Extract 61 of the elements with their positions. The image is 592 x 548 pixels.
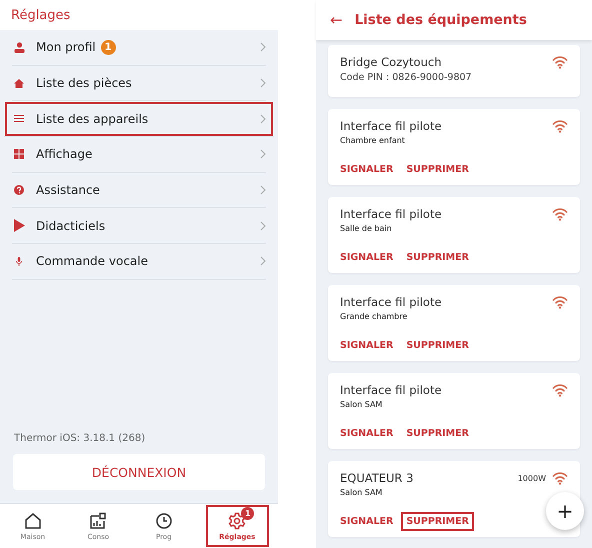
- settings-menu-item[interactable]: Liste des pièces: [12, 66, 266, 102]
- card-action-button[interactable]: SUPPRIMER: [403, 514, 472, 529]
- screen-title: Liste des équipements: [354, 12, 527, 28]
- settings-menu-item[interactable]: Liste des appareils: [4, 101, 274, 138]
- settings-icon: [228, 512, 246, 530]
- wifi-icon: [552, 383, 568, 397]
- room-name: Salle de bain: [340, 224, 393, 233]
- notification-badge: 1: [100, 40, 116, 55]
- logout-button[interactable]: DÉCONNEXION: [13, 454, 265, 490]
- play-icon: [14, 219, 24, 232]
- chart-icon: [89, 512, 108, 530]
- person-icon: [14, 42, 24, 53]
- room-name: Salon SAM: [340, 400, 384, 409]
- settings-menu-item[interactable]: Commande vocale: [12, 244, 266, 280]
- wifi-icon: [552, 471, 568, 485]
- microphone-icon: [16, 256, 22, 266]
- card-action-button[interactable]: SUPPRIMER: [403, 426, 472, 441]
- room-name: Chambre enfant: [340, 136, 406, 145]
- chevron-icon: [260, 114, 266, 124]
- device-name: Interface fil pilote: [340, 383, 442, 397]
- version-text: Thermor iOS: 3.18.1 (268): [13, 433, 146, 446]
- settings-menu-item[interactable]: Affichage: [12, 137, 266, 173]
- device-name: Bridge Cozytouch: [340, 55, 442, 69]
- wifi-icon: [552, 207, 568, 221]
- card-action-button[interactable]: SIGNALER: [337, 338, 396, 353]
- device-name: Interface fil pilote: [340, 295, 442, 309]
- power-label: 1000W: [518, 474, 546, 482]
- clock-icon: [154, 512, 173, 530]
- notification-badge: 1: [241, 507, 254, 520]
- device-name: Interface fil pilote: [340, 207, 442, 221]
- card-action-button[interactable]: SIGNALER: [337, 426, 396, 441]
- screen-title: Réglages: [0, 0, 278, 30]
- chevron-icon: [260, 78, 266, 88]
- card-action-button[interactable]: SUPPRIMER: [403, 250, 472, 265]
- room-name: Grande chambre: [340, 312, 408, 321]
- wifi-icon: [552, 295, 568, 309]
- card-action-button[interactable]: SIGNALER: [337, 514, 396, 529]
- back-button[interactable]: ←: [330, 11, 343, 29]
- card-action-button[interactable]: SUPPRIMER: [403, 162, 472, 177]
- chevron-icon: [260, 220, 266, 231]
- house-icon: [14, 78, 24, 88]
- home-icon: [24, 512, 42, 530]
- wifi-icon: [552, 119, 568, 133]
- list-icon: [14, 115, 24, 122]
- device-name: Interface fil pilote: [340, 119, 442, 133]
- pin-code: Code PIN : 0826-9000-9807: [340, 72, 473, 83]
- wifi-icon: [552, 55, 568, 69]
- settings-menu-item[interactable]: Mon profil 1: [12, 30, 266, 66]
- card-action-button[interactable]: SUPPRIMER: [403, 338, 472, 353]
- chevron-icon: [260, 256, 266, 266]
- card-action-button[interactable]: SIGNALER: [337, 250, 396, 265]
- chevron-icon: [260, 185, 266, 196]
- settings-menu-item[interactable]: Didacticiels: [12, 208, 266, 244]
- chevron-icon: [260, 149, 266, 160]
- card-action-button[interactable]: SIGNALER: [337, 162, 396, 177]
- grid-icon: [14, 149, 24, 160]
- device-name: EQUATEUR 3: [340, 471, 414, 485]
- chevron-icon: [260, 42, 266, 52]
- settings-menu-item[interactable]: Assistance: [12, 172, 266, 208]
- help-icon: [14, 185, 24, 196]
- room-name: Salon SAM: [340, 488, 384, 497]
